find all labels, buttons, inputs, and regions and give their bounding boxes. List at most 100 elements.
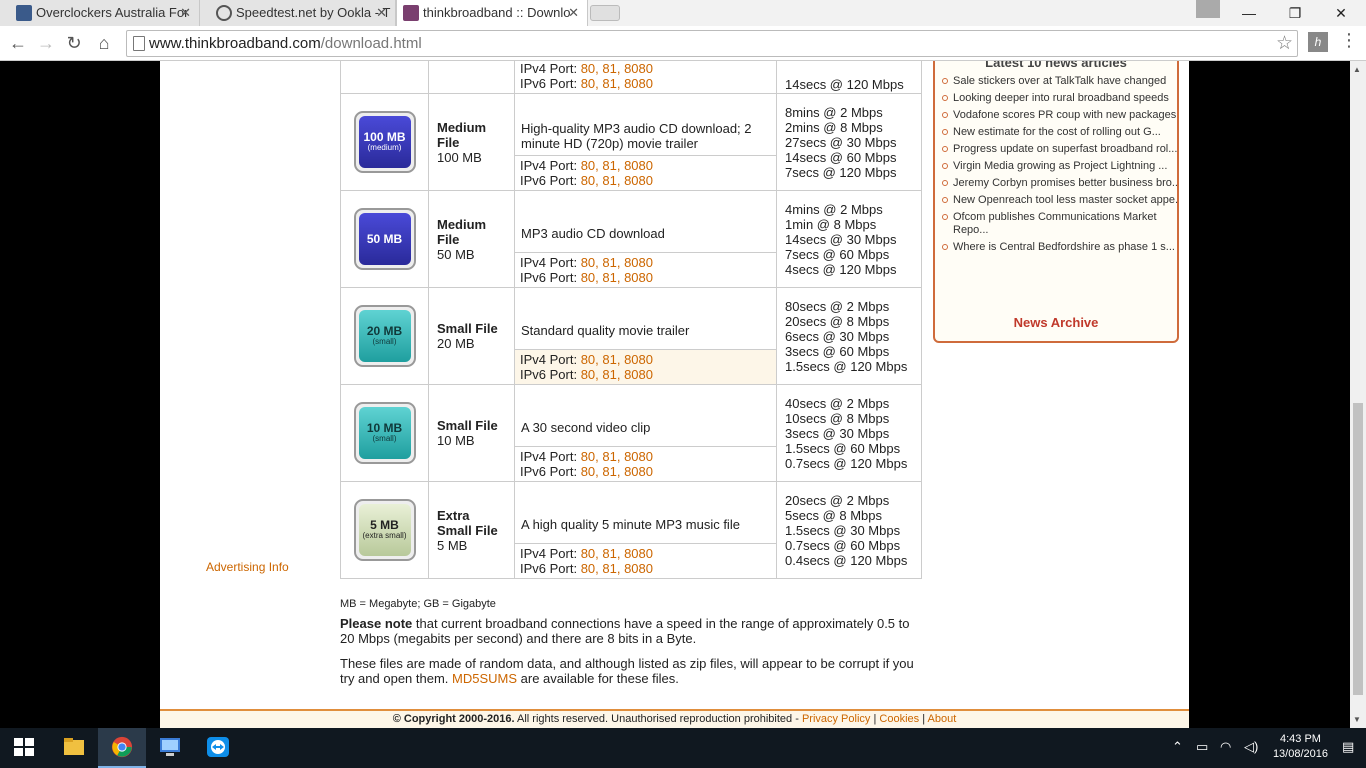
privacy-policy-link[interactable]: Privacy Policy bbox=[802, 713, 870, 725]
table-row: 5 MB (extra small) Extra Small File 5 MB … bbox=[340, 481, 922, 579]
scrollbar-thumb[interactable] bbox=[1353, 403, 1363, 695]
download-50mb-icon[interactable]: 50 MB bbox=[353, 208, 416, 270]
news-item[interactable]: Progress update on superfast broadband r… bbox=[941, 143, 1177, 156]
file-name-cell bbox=[428, 61, 515, 94]
port-links: IPv4 Port: 80, 81, 8080 IPv6 Port: 80, 8… bbox=[514, 61, 777, 94]
ipv6-port-links[interactable]: 80, 81, 8080 bbox=[581, 76, 653, 91]
download-times: 14secs @ 120 Mbps bbox=[776, 61, 922, 94]
chrome-taskbar[interactable] bbox=[98, 728, 146, 768]
news-item[interactable]: Virgin Media growing as Project Lightnin… bbox=[941, 160, 1177, 173]
extension-icon[interactable]: h bbox=[1308, 32, 1328, 52]
file-description: High-quality MP3 audio CD download; 2 mi… bbox=[514, 93, 777, 156]
volume-icon[interactable]: ◁) bbox=[1244, 739, 1258, 755]
port-links: IPv4 Port: 80, 81, 8080 IPv6 Port: 80, 8… bbox=[514, 155, 777, 191]
start-button[interactable] bbox=[0, 728, 48, 768]
tab-overclockers[interactable]: Overclockers Australia For ✕ bbox=[0, 0, 200, 26]
windows-taskbar: ⌃ ▭ ◠ ◁) 4:43 PM 13/08/2016 ▤ bbox=[0, 728, 1366, 768]
action-center-icon[interactable]: ▤ bbox=[1342, 739, 1354, 755]
forward-button[interactable]: → bbox=[34, 31, 58, 55]
page-scrollbar[interactable]: ▲ ▼ bbox=[1350, 61, 1366, 728]
news-item[interactable]: New estimate for the cost of rolling out… bbox=[941, 126, 1177, 139]
battery-icon[interactable]: ▭ bbox=[1196, 739, 1208, 755]
close-tab-icon[interactable]: ✕ bbox=[180, 0, 191, 26]
ipv6-port-links[interactable]: 80, 81, 8080 bbox=[581, 561, 653, 576]
oc-au-icon bbox=[16, 5, 32, 21]
control-panel-taskbar[interactable] bbox=[146, 728, 194, 768]
download-10mb-icon[interactable]: 10 MB (small) bbox=[353, 402, 416, 464]
ipv4-port-links[interactable]: 80, 81, 8080 bbox=[581, 158, 653, 173]
teamviewer-taskbar[interactable] bbox=[194, 728, 242, 768]
file-size: 20 MB bbox=[437, 336, 475, 351]
file-size: 5 MB bbox=[437, 537, 468, 553]
file-name: Medium File bbox=[437, 216, 487, 247]
scroll-up-icon[interactable]: ▲ bbox=[1353, 65, 1361, 74]
news-item[interactable]: New Openreach tool less master socket ap… bbox=[941, 194, 1177, 207]
file-size: 100 MB bbox=[437, 149, 482, 165]
file-explorer-taskbar[interactable] bbox=[50, 728, 98, 768]
address-bar[interactable]: www.thinkbroadband.com/download.html ☆ bbox=[126, 30, 1298, 57]
browser-toolbar: ← → ↻ ⌂ www.thinkbroadband.com/download.… bbox=[0, 26, 1366, 61]
reload-button[interactable]: ↻ bbox=[62, 31, 86, 55]
ipv4-port-links[interactable]: 80, 81, 8080 bbox=[581, 255, 653, 270]
file-name: Extra Small File bbox=[437, 507, 498, 538]
file-description: A high quality 5 minute MP3 music file bbox=[514, 481, 777, 544]
news-item[interactable]: Where is Central Bedfordshire as phase 1… bbox=[941, 241, 1177, 254]
file-icon-cell: 100 MB (medium) bbox=[340, 93, 429, 191]
home-button[interactable]: ⌂ bbox=[92, 31, 116, 55]
ipv6-port-links[interactable]: 80, 81, 8080 bbox=[581, 270, 653, 285]
about-link[interactable]: About bbox=[928, 713, 957, 725]
news-item[interactable]: Looking deeper into rural broadband spee… bbox=[941, 92, 1177, 105]
tab-strip: Overclockers Australia For ✕ Speedtest.n… bbox=[0, 0, 1366, 26]
port-links: IPv4 Port: 80, 81, 8080 IPv6 Port: 80, 8… bbox=[514, 543, 777, 579]
close-tab-icon[interactable]: ✕ bbox=[376, 0, 387, 26]
news-item[interactable]: Ofcom publishes Communications Market Re… bbox=[941, 211, 1177, 237]
download-5mb-icon[interactable]: 5 MB (extra small) bbox=[353, 499, 416, 561]
ipv6-port-links[interactable]: 80, 81, 8080 bbox=[581, 173, 653, 188]
download-times: 80secs @ 2 Mbps 20secs @ 8 Mbps 6secs @ 30… bbox=[776, 287, 922, 385]
file-name: Medium File bbox=[437, 119, 487, 150]
ipv4-port-links[interactable]: 80, 81, 8080 bbox=[581, 449, 653, 464]
bookmark-star-icon[interactable]: ☆ bbox=[1276, 32, 1293, 55]
new-tab-button[interactable] bbox=[590, 5, 620, 21]
restore-button[interactable]: ❐ bbox=[1272, 0, 1318, 26]
system-clock[interactable]: 4:43 PM 13/08/2016 bbox=[1273, 732, 1328, 762]
tab-thinkbroadband[interactable]: thinkbroadband :: Downlo ✕ bbox=[396, 0, 588, 26]
ipv6-port-links[interactable]: 80, 81, 8080 bbox=[581, 367, 653, 382]
md5sums-link[interactable]: MD5SUMS bbox=[452, 671, 517, 686]
news-archive-link[interactable]: News Archive bbox=[935, 315, 1177, 330]
profile-icon[interactable] bbox=[1196, 0, 1220, 18]
ipv4-port-links[interactable]: 80, 81, 8080 bbox=[581, 352, 653, 367]
scroll-down-icon[interactable]: ▼ bbox=[1353, 715, 1361, 724]
news-item[interactable]: Sale stickers over at TalkTalk have chan… bbox=[941, 75, 1177, 88]
download-100mb-icon[interactable]: 100 MB (medium) bbox=[353, 111, 416, 173]
file-description: Standard quality movie trailer bbox=[514, 287, 777, 350]
url-text[interactable]: www.thinkbroadband.com/download.html bbox=[149, 35, 422, 52]
table-row: 50 MB Medium File 50 MB MP3 audio CD dow… bbox=[340, 190, 922, 288]
download-20mb-icon[interactable]: 20 MB (small) bbox=[353, 305, 416, 367]
news-item[interactable]: Vodafone scores PR coup with new package… bbox=[941, 109, 1177, 122]
back-button[interactable]: ← bbox=[6, 31, 30, 55]
news-list: Sale stickers over at TalkTalk have chan… bbox=[941, 75, 1177, 258]
close-tab-icon[interactable]: ✕ bbox=[568, 0, 579, 26]
ipv4-port-links[interactable]: 80, 81, 8080 bbox=[581, 61, 653, 76]
thinkbroadband-icon bbox=[403, 5, 419, 21]
advertising-info-link[interactable]: Advertising Info bbox=[206, 560, 289, 574]
show-hidden-icons[interactable]: ⌃ bbox=[1172, 739, 1183, 755]
page-viewport: Advertising Info 14secs @ 120 Mbps IPv4 … bbox=[0, 61, 1350, 728]
monitor-icon bbox=[160, 738, 180, 756]
minimize-button[interactable]: — bbox=[1226, 0, 1272, 26]
news-item[interactable]: Jeremy Corbyn promises better business b… bbox=[941, 177, 1177, 190]
port-links: IPv4 Port: 80, 81, 8080 IPv6 Port: 80, 8… bbox=[514, 349, 777, 385]
tab-title: thinkbroadband :: Downlo bbox=[423, 5, 571, 20]
close-window-button[interactable]: ✕ bbox=[1318, 0, 1364, 26]
download-times: 40secs @ 2 Mbps 10secs @ 8 Mbps 3secs @ 30… bbox=[776, 384, 922, 482]
windows-logo-icon bbox=[14, 738, 34, 756]
file-icon-cell bbox=[340, 61, 429, 94]
wifi-icon[interactable]: ◠ bbox=[1220, 739, 1231, 755]
ipv4-port-links[interactable]: 80, 81, 8080 bbox=[581, 546, 653, 561]
chrome-menu-icon[interactable]: ⋮ bbox=[1340, 30, 1358, 51]
ipv6-port-links[interactable]: 80, 81, 8080 bbox=[581, 464, 653, 479]
tab-speedtest[interactable]: Speedtest.net by Ookla - T ✕ bbox=[200, 0, 396, 26]
tab-title: Overclockers Australia For bbox=[36, 5, 189, 20]
cookies-link[interactable]: Cookies bbox=[879, 713, 919, 725]
